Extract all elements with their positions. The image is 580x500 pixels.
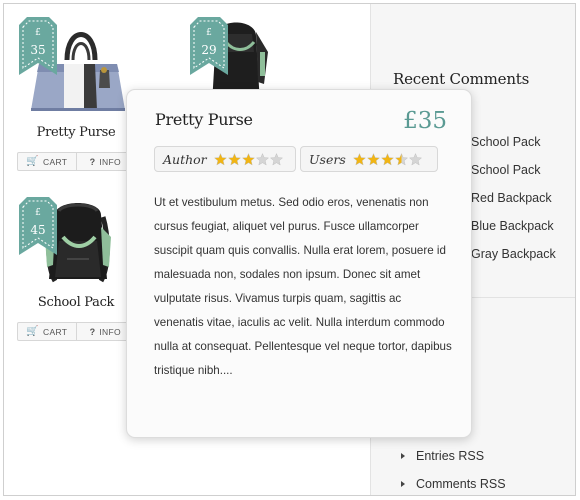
product-info-popup: Pretty Purse £35 Author Users Ut et vest…: [126, 89, 472, 438]
recent-comment-link[interactable]: School Pack: [471, 160, 556, 188]
star-icon: [269, 152, 283, 165]
popup-price: £35: [403, 108, 447, 134]
star-icon: [255, 152, 269, 165]
cart-button[interactable]: 🛒 CART: [18, 153, 76, 170]
star-icon: [241, 152, 255, 165]
star-icon: [366, 152, 380, 165]
popup-description: Ut et vestibulum metus. Sed odio eros, v…: [154, 196, 452, 377]
users-rating: Users: [300, 146, 438, 172]
info-label: INFO: [99, 326, 121, 337]
price-tag: £ 45: [19, 197, 57, 255]
star-icon: [227, 152, 241, 165]
product-card-school-pack: £ 45 School Pack 🛒 CART ? INFO: [17, 197, 135, 341]
cart-icon: 🛒: [26, 156, 40, 167]
star-icon: [352, 152, 366, 165]
author-stars: [213, 152, 283, 166]
price-tag: £ 35: [19, 17, 57, 75]
star-icon: [394, 152, 408, 165]
page-frame: Recent Comments School Pack School Pack …: [3, 3, 576, 496]
currency-symbol: £: [35, 28, 41, 38]
recent-comments-list: School Pack School Pack Red Backpack Blu…: [471, 132, 556, 272]
product-name[interactable]: School Pack: [17, 295, 135, 310]
meta-list: Entries RSS Comments RSS: [401, 442, 506, 495]
cart-icon: 🛒: [26, 326, 40, 337]
cart-label: CART: [43, 326, 68, 337]
info-label: INFO: [99, 156, 121, 167]
star-icon: [408, 152, 422, 165]
product-name[interactable]: Pretty Purse: [17, 125, 135, 140]
recent-comment-link[interactable]: Blue Backpack: [471, 216, 556, 244]
product-actions: 🛒 CART ? INFO: [17, 152, 135, 171]
currency-symbol: £: [206, 28, 212, 38]
author-rating-label: Author: [163, 151, 207, 167]
meta-item-entries-rss[interactable]: Entries RSS: [401, 442, 506, 470]
users-stars[interactable]: [352, 152, 422, 166]
cart-button[interactable]: 🛒 CART: [18, 323, 76, 340]
price-value: 29: [201, 43, 217, 57]
meta-item-comments-rss[interactable]: Comments RSS: [401, 470, 506, 495]
product-card-pretty-purse: £ 35 Pretty Purse 🛒 CART ? INFO: [17, 12, 135, 171]
meta-item-label: Entries RSS: [416, 449, 485, 463]
price-tag: £ 29: [190, 17, 228, 75]
users-rating-label: Users: [309, 151, 346, 167]
bullet-arrow-icon: [401, 453, 405, 459]
meta-item-label: Comments RSS: [416, 477, 506, 491]
recent-comments-title: Recent Comments: [393, 70, 530, 88]
recent-comment-link[interactable]: Gray Backpack: [471, 244, 556, 272]
author-rating: Author: [154, 146, 296, 172]
question-icon: ?: [89, 156, 96, 167]
price-value: 35: [30, 43, 46, 57]
question-icon: ?: [89, 326, 96, 337]
recent-comment-link[interactable]: Red Backpack: [471, 188, 556, 216]
cart-label: CART: [43, 156, 68, 167]
currency-symbol: £: [35, 208, 41, 218]
star-icon: [380, 152, 394, 165]
popup-title: Pretty Purse: [155, 110, 253, 129]
recent-comment-link[interactable]: School Pack: [471, 132, 556, 160]
price-value: 45: [30, 223, 46, 237]
star-icon: [213, 152, 227, 165]
bullet-arrow-icon: [401, 481, 405, 487]
product-actions: 🛒 CART ? INFO: [17, 322, 135, 341]
